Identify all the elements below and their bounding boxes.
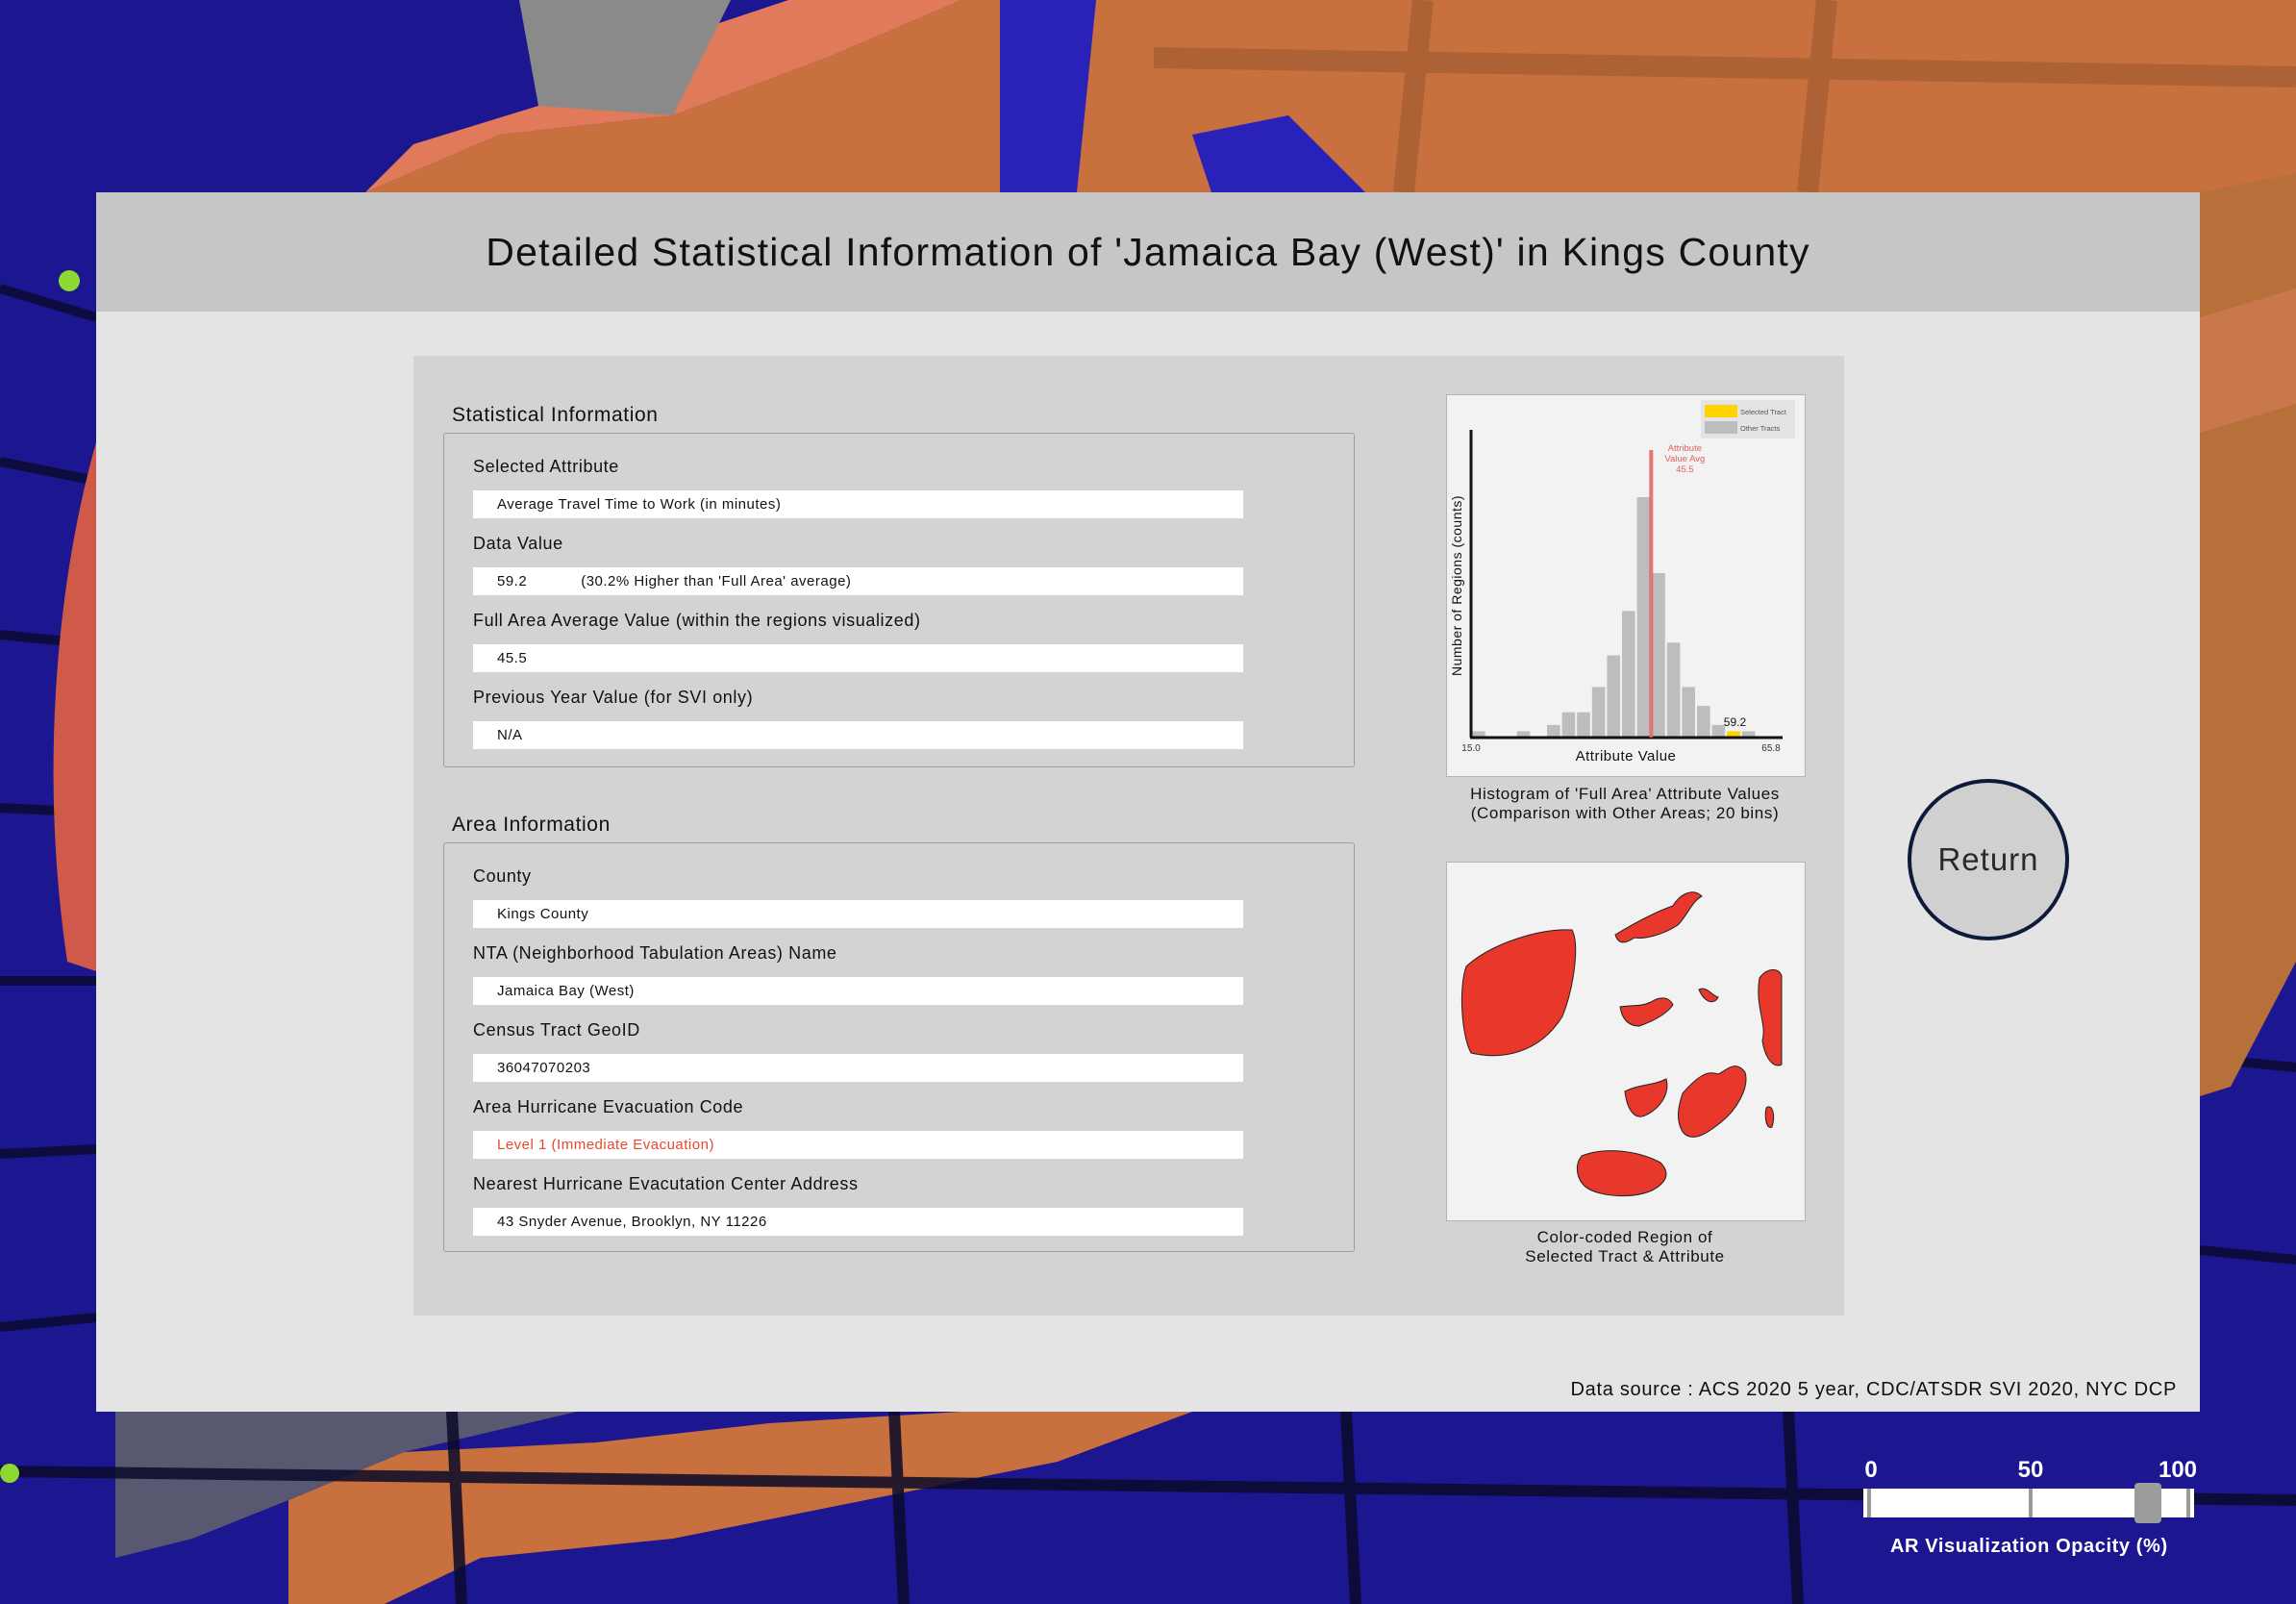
region-shape-east-edge [1758, 969, 1783, 1066]
avg-label-line-2: Value Avg [1664, 454, 1705, 464]
avg-label-line-3: 45.5 [1676, 464, 1694, 475]
slider-tick-mark-0 [1867, 1489, 1871, 1517]
histogram-bar [1561, 712, 1576, 738]
legend-swatch-other [1705, 421, 1737, 434]
statistical-info-title: Statistical Information [452, 404, 659, 426]
county-field: Kings County [473, 900, 1243, 928]
region-shape-marsh-3 [1624, 1078, 1668, 1117]
return-button[interactable]: Return [1908, 779, 2069, 940]
region-shape-north-strip [1614, 891, 1703, 943]
region-map-caption-line-2: Selected Tract & Attribute [1525, 1247, 1725, 1266]
census-tract-label: Census Tract GeoID [473, 1020, 640, 1040]
county-label: County [473, 866, 532, 886]
census-tract-field: 36047070203 [473, 1054, 1243, 1082]
x-min-tick-label: 15.0 [1461, 743, 1481, 754]
region-map-figure [1446, 862, 1806, 1221]
opacity-slider-caption: AR Visualization Opacity (%) [1890, 1536, 2168, 1557]
panel-header: Detailed Statistical Information of 'Jam… [96, 192, 2200, 312]
region-shape-south-island [1576, 1150, 1667, 1197]
selected-attribute-label: Selected Attribute [473, 457, 619, 476]
opacity-slider-thumb[interactable] [2134, 1483, 2162, 1523]
region-map [1460, 891, 1783, 1197]
chart-legend: Selected Tract Other Tracts [1701, 400, 1795, 439]
histogram-figure: Attribute Value Avg 45.5 59.2 15.0 65.8 … [1446, 394, 1806, 777]
previous-year-field: N/A [473, 721, 1243, 749]
selected-attribute-field: Average Travel Time to Work (in minutes) [473, 490, 1243, 518]
region-shape-west-island [1460, 929, 1577, 1057]
data-value-label: Data Value [473, 534, 563, 553]
legend-label-other: Other Tracts [1740, 424, 1781, 433]
evacuation-code-field: Level 1 (Immediate Evacuation) [473, 1131, 1243, 1159]
nta-name-label: NTA (Neighborhood Tabulation Areas) Name [473, 943, 837, 963]
full-area-average-field: 45.5 [473, 644, 1243, 672]
area-info-group: County Kings County NTA (Neighborhood Ta… [443, 842, 1355, 1252]
previous-year-label: Previous Year Value (for SVI only) [473, 688, 754, 707]
histogram-caption-line-1: Histogram of 'Full Area' Attribute Value… [1470, 785, 1780, 803]
histogram-chart: Attribute Value Avg 45.5 59.2 15.0 65.8 … [1449, 400, 1795, 764]
data-value-field: 59.2 (30.2% Higher than 'Full Area' aver… [473, 567, 1243, 595]
data-source-text: Data source : ACS 2020 5 year, CDC/ATSDR… [1570, 1379, 2177, 1400]
histogram-bar [1547, 724, 1560, 738]
histogram-bar [1697, 706, 1710, 738]
y-axis-title: Number of Regions (counts) [1449, 495, 1464, 676]
region-map-caption: Color-coded Region of Selected Tract & A… [1446, 1228, 1804, 1266]
histogram-bar [1607, 655, 1620, 738]
region-shape-marsh-1 [1619, 997, 1674, 1027]
evacuation-center-field: 43 Snyder Avenue, Brooklyn, NY 11226 [473, 1208, 1243, 1236]
histogram-bar [1652, 572, 1665, 738]
selected-value-label: 59.2 [1724, 715, 1747, 729]
slider-tick-mark-50 [2029, 1489, 2033, 1517]
histogram-caption: Histogram of 'Full Area' Attribute Value… [1446, 785, 1804, 823]
histogram-bar [1666, 642, 1681, 738]
statistical-info-group: Selected Attribute Average Travel Time t… [443, 433, 1355, 767]
evacuation-center-label: Nearest Hurricane Evacutation Center Add… [473, 1174, 859, 1193]
histogram-caption-line-2: (Comparison with Other Areas; 20 bins) [1470, 804, 1780, 822]
evacuation-code-label: Area Hurricane Evacuation Code [473, 1097, 744, 1116]
region-shape-marsh-4 [1678, 1065, 1747, 1138]
histogram-bar [1591, 687, 1606, 738]
full-area-average-label: Full Area Average Value (within the regi… [473, 611, 921, 630]
legend-label-selected: Selected Tract [1740, 408, 1787, 416]
area-info-title: Area Information [452, 814, 611, 836]
histogram-bar [1636, 497, 1651, 738]
slider-tick-label-50: 50 [2017, 1457, 2044, 1483]
region-map-caption-line-1: Color-coded Region of [1536, 1228, 1713, 1246]
nta-name-field: Jamaica Bay (West) [473, 977, 1243, 1005]
region-shape-marsh-5 [1764, 1106, 1775, 1128]
histogram-bar [1622, 611, 1635, 738]
page-title: Detailed Statistical Information of 'Jam… [486, 229, 1810, 274]
legend-swatch-selected [1705, 405, 1737, 417]
slider-tick-label-0: 0 [1864, 1457, 1878, 1483]
avg-label-line-1: Attribute [1668, 443, 1702, 454]
detail-panel: Detailed Statistical Information of 'Jam… [96, 192, 2200, 1412]
slider-tick-mark-100 [2186, 1489, 2190, 1517]
slider-tick-label-100: 100 [2158, 1457, 2198, 1483]
x-axis-title: Attribute Value [1576, 748, 1677, 764]
average-line [1649, 450, 1654, 738]
histogram-bar [1682, 687, 1695, 738]
content-box: Statistical Information Selected Attribu… [413, 356, 1844, 1316]
histogram-bar [1577, 712, 1590, 738]
x-max-tick-label: 65.8 [1761, 743, 1781, 754]
region-shape-marsh-2 [1698, 988, 1719, 1003]
